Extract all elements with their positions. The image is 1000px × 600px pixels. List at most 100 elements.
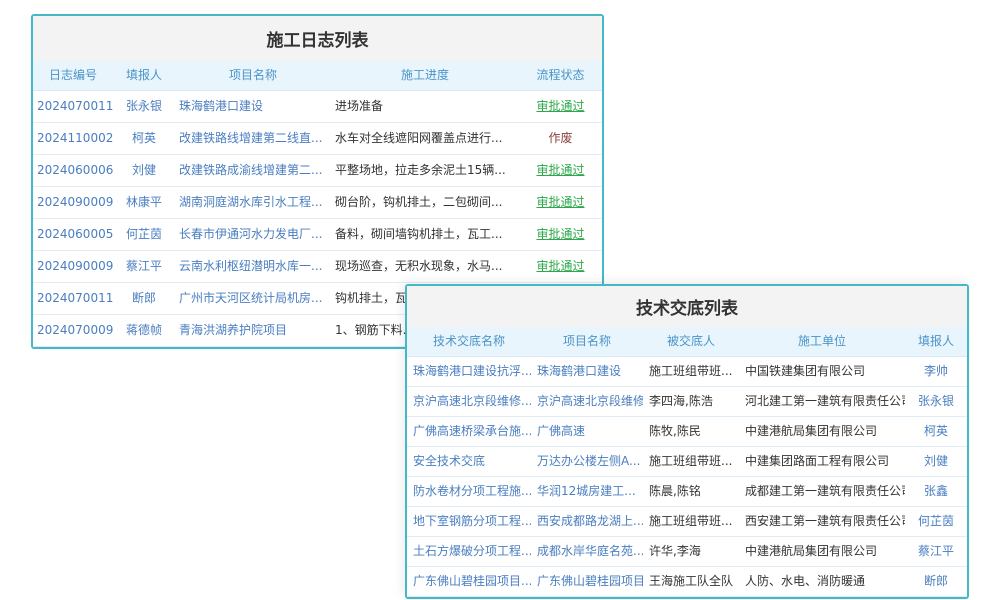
link-cell[interactable]: 防水卷材分项工程施...: [407, 477, 531, 507]
column-header: 流程状态: [519, 61, 602, 91]
link-cell[interactable]: 柯英: [113, 123, 175, 155]
technical-disclosure-table: 技术交底名称项目名称被交底人施工单位填报人 珠海鹤港口建设抗浮...珠海鹤港口建…: [407, 327, 967, 597]
text-cell: 王海施工队全队: [643, 567, 739, 597]
status-cell[interactable]: 审批通过: [519, 155, 602, 187]
link-cell[interactable]: 2024070011: [33, 91, 113, 123]
table-row: 广佛高速桥梁承台施...广佛高速陈牧,陈民中建港航局集团有限公司柯英: [407, 417, 967, 447]
link-cell[interactable]: 珠海鹤港口建设: [175, 91, 331, 123]
table-row: 2024090009蔡江平云南水利枢纽潜明水库一...现场巡查，无积水现象，水马…: [33, 251, 602, 283]
column-header: 被交底人: [643, 327, 739, 357]
table-row: 广东佛山碧桂园项目...广东佛山碧桂园项目王海施工队全队人防、水电、消防暖通断郎: [407, 567, 967, 597]
text-cell: 河北建工第一建筑有限责任公司: [739, 387, 905, 417]
link-cell[interactable]: 刘健: [113, 155, 175, 187]
construction-log-header-row: 日志编号填报人项目名称施工进度流程状态: [33, 61, 602, 91]
link-cell[interactable]: 万达办公楼左侧A...: [531, 447, 643, 477]
link-cell[interactable]: 广佛高速桥梁承台施...: [407, 417, 531, 447]
text-cell: 许华,李海: [643, 537, 739, 567]
link-cell[interactable]: 珠海鹤港口建设: [531, 357, 643, 387]
column-header: 施工单位: [739, 327, 905, 357]
column-header: 项目名称: [531, 327, 643, 357]
link-cell[interactable]: 广东佛山碧桂园项目: [531, 567, 643, 597]
text-cell: 砌台阶，钩机排土，二包砌间...: [331, 187, 519, 219]
link-cell[interactable]: 华润12城房建工...: [531, 477, 643, 507]
column-header: 技术交底名称: [407, 327, 531, 357]
link-cell[interactable]: 何芷茵: [113, 219, 175, 251]
technical-disclosure-header-row: 技术交底名称项目名称被交底人施工单位填报人: [407, 327, 967, 357]
link-cell[interactable]: 改建铁路线增建第二线直...: [175, 123, 331, 155]
text-cell: 西安建工第一建筑有限责任公司: [739, 507, 905, 537]
table-row: 2024090009林康平湖南洞庭湖水库引水工程...砌台阶，钩机排土，二包砌间…: [33, 187, 602, 219]
link-cell[interactable]: 刘健: [905, 447, 967, 477]
text-cell: 中建港航局集团有限公司: [739, 537, 905, 567]
link-cell[interactable]: 青海洪湖养护院项目: [175, 315, 331, 347]
technical-disclosure-title: 技术交底列表: [407, 286, 967, 327]
table-row: 2024060006刘健改建铁路成渝线增建第二...平整场地，拉走多余泥土15辆…: [33, 155, 602, 187]
link-cell[interactable]: 李帅: [905, 357, 967, 387]
link-cell[interactable]: 2024110002: [33, 123, 113, 155]
table-row: 珠海鹤港口建设抗浮...珠海鹤港口建设施工班组带班...中国铁建集团有限公司李帅: [407, 357, 967, 387]
link-cell[interactable]: 珠海鹤港口建设抗浮...: [407, 357, 531, 387]
table-row: 防水卷材分项工程施...华润12城房建工...陈晨,陈铭成都建工第一建筑有限责任…: [407, 477, 967, 507]
text-cell: 中国铁建集团有限公司: [739, 357, 905, 387]
status-cell[interactable]: 审批通过: [519, 187, 602, 219]
column-header: 项目名称: [175, 61, 331, 91]
text-cell: 平整场地，拉走多余泥土15辆...: [331, 155, 519, 187]
link-cell[interactable]: 2024090009: [33, 251, 113, 283]
status-cell[interactable]: 审批通过: [519, 219, 602, 251]
link-cell[interactable]: 地下室钢筋分项工程...: [407, 507, 531, 537]
table-row: 2024110002柯英改建铁路线增建第二线直...水车对全线遮阳网覆盖点进行.…: [33, 123, 602, 155]
text-cell: 陈牧,陈民: [643, 417, 739, 447]
link-cell[interactable]: 2024090009: [33, 187, 113, 219]
status-cell[interactable]: 作废: [519, 123, 602, 155]
link-cell[interactable]: 西安成都路龙湖上...: [531, 507, 643, 537]
link-cell[interactable]: 京沪高速北京段维修...: [407, 387, 531, 417]
link-cell[interactable]: 2024060005: [33, 219, 113, 251]
link-cell[interactable]: 蔡江平: [113, 251, 175, 283]
technical-disclosure-panel: 技术交底列表 技术交底名称项目名称被交底人施工单位填报人 珠海鹤港口建设抗浮..…: [405, 284, 969, 599]
column-header: 填报人: [113, 61, 175, 91]
column-header: 填报人: [905, 327, 967, 357]
link-cell[interactable]: 张永银: [905, 387, 967, 417]
link-cell[interactable]: 广州市天河区统计局机房...: [175, 283, 331, 315]
link-cell[interactable]: 京沪高速北京段维修: [531, 387, 643, 417]
text-cell: 施工班组带班...: [643, 357, 739, 387]
link-cell[interactable]: 蔡江平: [905, 537, 967, 567]
link-cell[interactable]: 2024060006: [33, 155, 113, 187]
page-canvas: { "log_list": { "title": "施工日志列表", "colu…: [0, 0, 1000, 600]
link-cell[interactable]: 蒋德帧: [113, 315, 175, 347]
status-cell[interactable]: 审批通过: [519, 91, 602, 123]
text-cell: 中建港航局集团有限公司: [739, 417, 905, 447]
link-cell[interactable]: 广东佛山碧桂园项目...: [407, 567, 531, 597]
link-cell[interactable]: 柯英: [905, 417, 967, 447]
link-cell[interactable]: 断郎: [113, 283, 175, 315]
status-cell[interactable]: 审批通过: [519, 251, 602, 283]
link-cell[interactable]: 改建铁路成渝线增建第二...: [175, 155, 331, 187]
text-cell: 现场巡查，无积水现象，水马...: [331, 251, 519, 283]
link-cell[interactable]: 广佛高速: [531, 417, 643, 447]
link-cell[interactable]: 云南水利枢纽潜明水库一...: [175, 251, 331, 283]
link-cell[interactable]: 林康平: [113, 187, 175, 219]
link-cell[interactable]: 湖南洞庭湖水库引水工程...: [175, 187, 331, 219]
table-row: 安全技术交底万达办公楼左侧A...施工班组带班...中建集团路面工程有限公司刘健: [407, 447, 967, 477]
table-row: 2024060005何芷茵长春市伊通河水力发电厂...备料，砌间墙钩机排土，瓦工…: [33, 219, 602, 251]
table-row: 土石方爆破分项工程...成都水岸华庭名苑...许华,李海中建港航局集团有限公司蔡…: [407, 537, 967, 567]
link-cell[interactable]: 土石方爆破分项工程...: [407, 537, 531, 567]
link-cell[interactable]: 安全技术交底: [407, 447, 531, 477]
column-header: 日志编号: [33, 61, 113, 91]
text-cell: 人防、水电、消防暖通: [739, 567, 905, 597]
link-cell[interactable]: 张永银: [113, 91, 175, 123]
link-cell[interactable]: 2024070009: [33, 315, 113, 347]
table-row: 2024070011张永银珠海鹤港口建设进场准备审批通过: [33, 91, 602, 123]
link-cell[interactable]: 断郎: [905, 567, 967, 597]
link-cell[interactable]: 张鑫: [905, 477, 967, 507]
table-row: 地下室钢筋分项工程...西安成都路龙湖上...施工班组带班...西安建工第一建筑…: [407, 507, 967, 537]
column-header: 施工进度: [331, 61, 519, 91]
link-cell[interactable]: 何芷茵: [905, 507, 967, 537]
link-cell[interactable]: 长春市伊通河水力发电厂...: [175, 219, 331, 251]
text-cell: 中建集团路面工程有限公司: [739, 447, 905, 477]
text-cell: 成都建工第一建筑有限责任公司: [739, 477, 905, 507]
link-cell[interactable]: 成都水岸华庭名苑...: [531, 537, 643, 567]
text-cell: 李四海,陈浩: [643, 387, 739, 417]
link-cell[interactable]: 2024070011: [33, 283, 113, 315]
text-cell: 陈晨,陈铭: [643, 477, 739, 507]
